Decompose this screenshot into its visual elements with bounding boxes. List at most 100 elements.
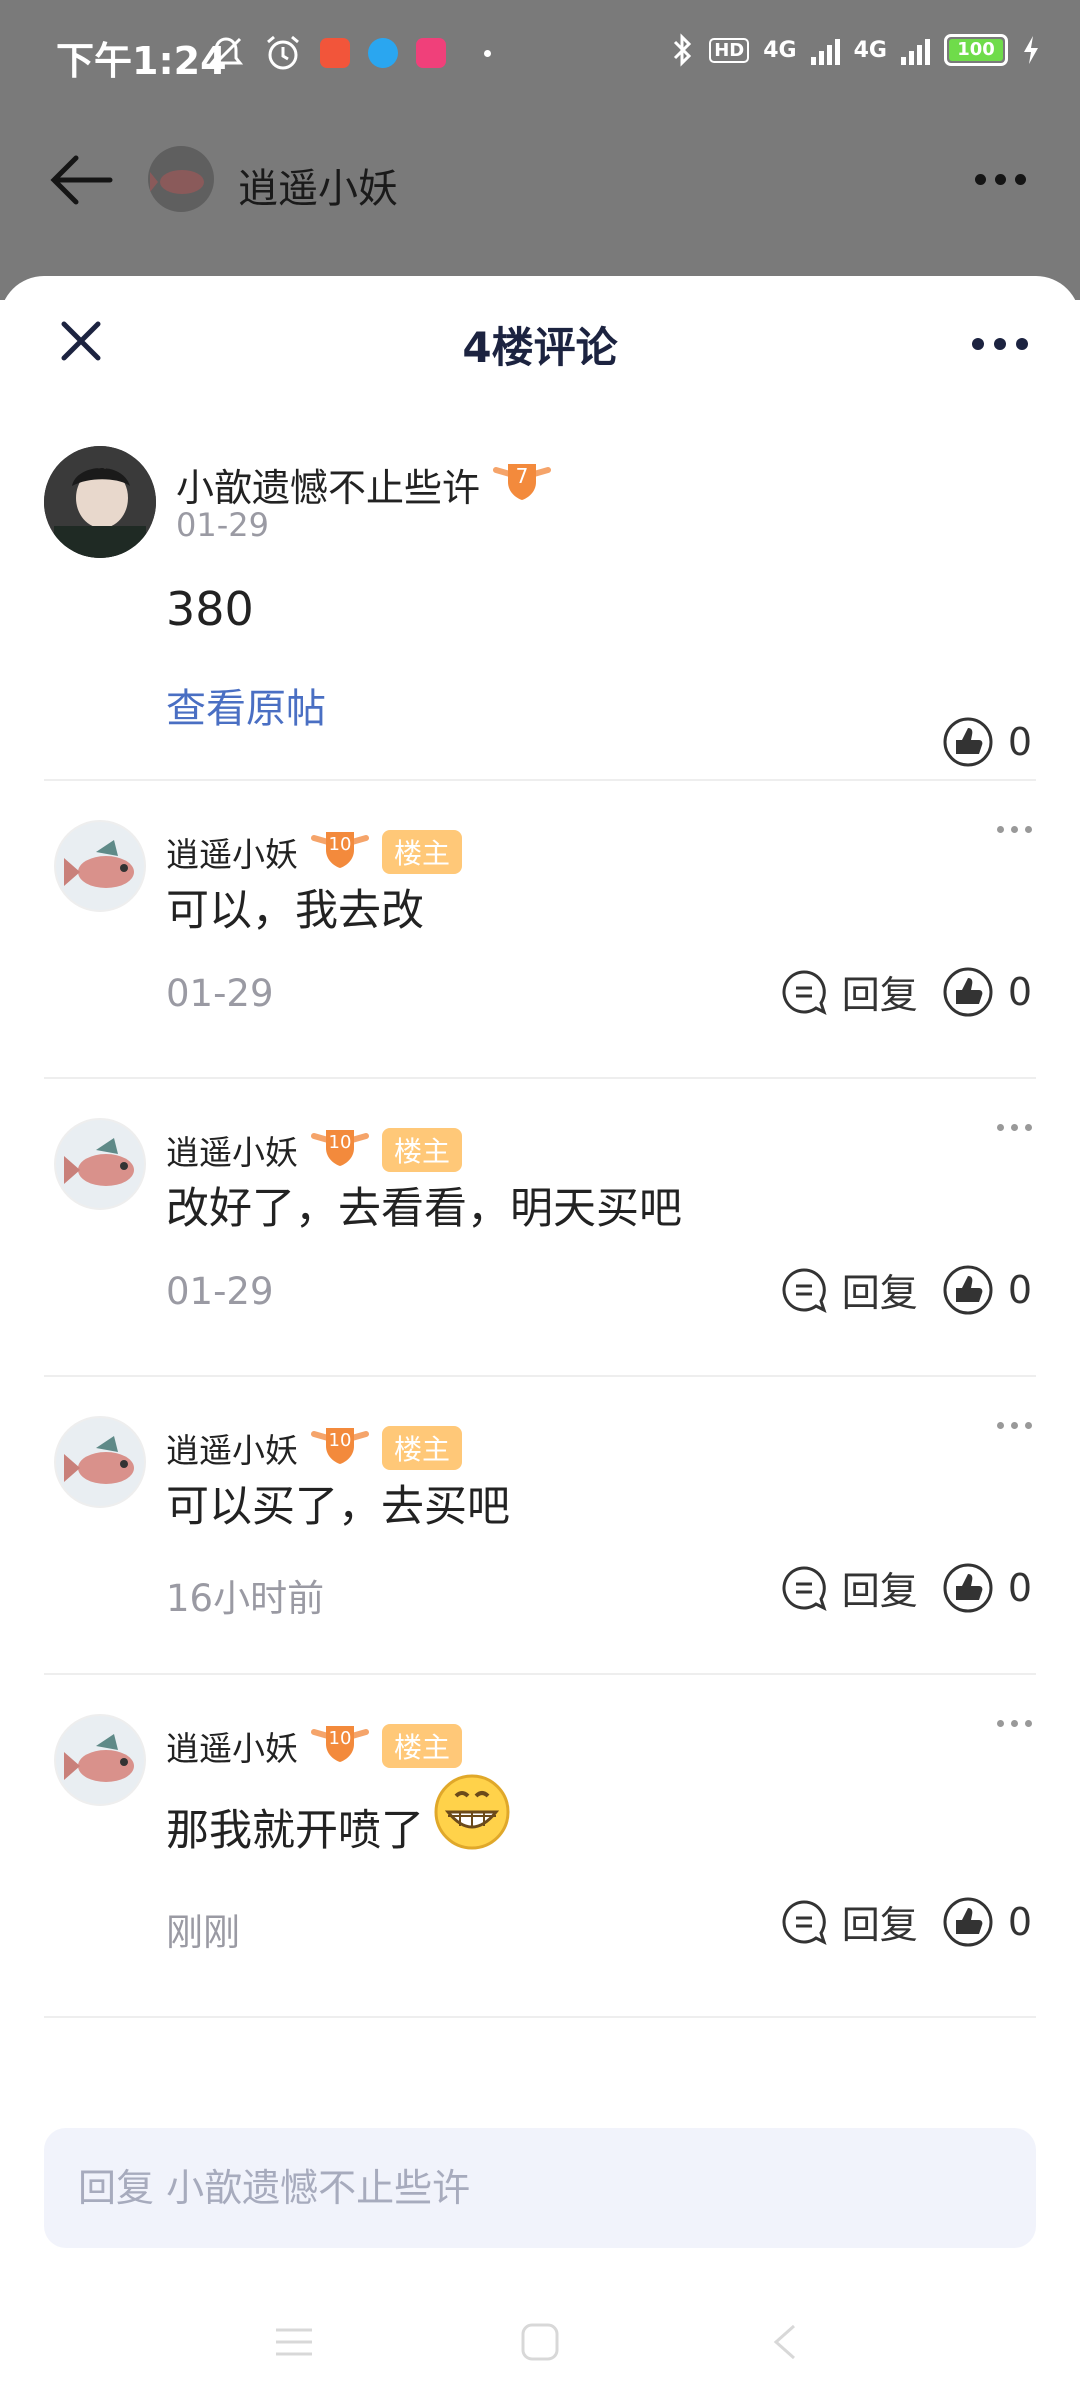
fish-avatar-icon — [64, 840, 134, 888]
owner-badge: 楼主 — [382, 830, 463, 874]
fish-avatar-icon — [64, 1436, 134, 1484]
main-post-avatar[interactable] — [44, 446, 156, 558]
home-icon[interactable] — [518, 2320, 562, 2364]
main-post-like-count: 0 — [1007, 720, 1032, 764]
comment-avatar[interactable] — [54, 1118, 146, 1210]
comment-text: 可以买了，去买吧 — [166, 1472, 510, 1534]
owner-badge: 楼主 — [382, 1426, 463, 1470]
system-nav-bar — [0, 2300, 1080, 2400]
signal-icon-2 — [901, 35, 930, 65]
reply-input-container — [44, 2128, 1036, 2248]
reply-button[interactable]: 回复 — [780, 964, 918, 1019]
comment-author[interactable]: 逍遥小妖 — [166, 1722, 298, 1770]
comment-date: 刚刚 — [166, 1911, 240, 1954]
reply-icon — [782, 1267, 827, 1313]
background-header: 逍遥小妖 — [0, 140, 1080, 240]
reply-icon — [782, 1565, 827, 1611]
comment-author[interactable]: 逍遥小妖 — [166, 1424, 298, 1472]
comment-item: 逍遥小妖 10 楼主 改好了，去看看，明天买吧 01-29 回复 0 — [0, 1118, 1080, 1372]
app-notification-icon-pink — [416, 38, 446, 68]
reply-input[interactable] — [44, 2128, 1036, 2248]
background-more-icon[interactable] — [975, 174, 1026, 185]
network-label-2: 4G — [853, 37, 887, 63]
comment-author-row: 逍遥小妖 10 楼主 — [166, 1420, 463, 1476]
more-notifications-dot — [484, 49, 491, 57]
comment-more-icon[interactable] — [997, 1422, 1032, 1429]
level-number: 10 — [328, 834, 352, 855]
background-page-title: 逍遥小妖 — [238, 166, 398, 212]
reply-label: 回复 — [841, 973, 918, 1017]
level-badge: 10 — [310, 824, 370, 880]
mute-icon — [208, 37, 244, 69]
comment-text-content: 改好了，去看看，明天买吧 — [166, 1184, 682, 1234]
main-post-author[interactable]: 小歆遗憾不止些许 — [176, 457, 480, 512]
level-badge: 10 — [310, 1122, 370, 1178]
comment-author[interactable]: 逍遥小妖 — [166, 1126, 298, 1174]
like-icon — [943, 967, 993, 1016]
view-original-link[interactable]: 查看原帖 — [166, 676, 326, 734]
background-avatar[interactable] — [148, 146, 214, 212]
like-count: 0 — [1007, 1899, 1032, 1944]
comment-text: 改好了，去看看，明天买吧 — [166, 1174, 682, 1236]
reply-button[interactable]: 回复 — [780, 1560, 918, 1615]
comment-actions: 回复 0 — [780, 964, 1032, 1019]
network-label-1: 4G — [763, 37, 797, 63]
like-count: 0 — [1007, 1565, 1032, 1610]
owner-badge: 楼主 — [382, 1128, 463, 1172]
reply-button[interactable]: 回复 — [780, 1894, 918, 1949]
comment-item: 逍遥小妖 10 楼主 可以，我去改 01-29 回复 0 — [0, 820, 1080, 1074]
like-button[interactable]: 0 — [942, 1896, 1032, 1948]
comment-avatar[interactable] — [54, 820, 146, 912]
like-icon — [943, 1563, 993, 1612]
comment-avatar[interactable] — [54, 1416, 146, 1508]
signal-icon-1 — [810, 35, 840, 65]
fish-avatar-icon — [64, 1734, 134, 1782]
comment-more-icon[interactable] — [997, 1720, 1032, 1727]
main-post-text: 380 — [166, 582, 254, 636]
back-arrow-icon[interactable] — [48, 152, 114, 208]
like-count: 0 — [1007, 1267, 1032, 1312]
comment-author[interactable]: 逍遥小妖 — [166, 828, 298, 876]
comment-author-row: 逍遥小妖 10 楼主 — [166, 1718, 463, 1774]
level-number: 10 — [328, 1430, 352, 1451]
comment-avatar[interactable] — [54, 1714, 146, 1806]
main-post: 小歆遗憾不止些许 7 01-29 380 查看原帖 0 — [0, 446, 1080, 776]
level-badge: 7 — [492, 456, 552, 513]
status-left-icons — [206, 34, 491, 72]
grinning-emoji — [434, 1774, 510, 1850]
comment-text: 那我就开喷了 — [166, 1774, 512, 1858]
battery-level: 100 — [949, 39, 1003, 61]
back-icon[interactable] — [764, 2320, 808, 2364]
charging-icon — [1024, 36, 1038, 64]
divider — [44, 1077, 1036, 1079]
level-badge: 10 — [310, 1420, 370, 1476]
menu-icon[interactable] — [272, 2320, 316, 2364]
like-button[interactable]: 0 — [942, 1562, 1032, 1614]
level-number: 7 — [515, 464, 529, 488]
main-post-like-button[interactable]: 0 — [942, 716, 1032, 768]
status-bar: 下午1:24 HD 4G 4G 100 — [0, 0, 1080, 112]
like-count: 0 — [1007, 969, 1032, 1014]
comment-actions: 回复 0 — [780, 1560, 1032, 1615]
bluetooth-icon — [674, 33, 692, 67]
comment-more-icon[interactable] — [997, 1124, 1032, 1131]
comment-item: 逍遥小妖 10 楼主 可以买了，去买吧 16小时前 回复 0 — [0, 1416, 1080, 1670]
main-post-date: 01-29 — [176, 506, 269, 544]
comment-text-content: 可以买了，去买吧 — [166, 1482, 510, 1532]
sheet-more-icon[interactable] — [972, 338, 1028, 350]
app-notification-icon-red — [320, 38, 350, 68]
status-right-icons: HD 4G 4G 100 — [671, 32, 1040, 68]
reply-label: 回复 — [841, 1271, 918, 1315]
sheet-title: 4楼评论 — [462, 323, 618, 372]
comment-author-row: 逍遥小妖 10 楼主 — [166, 1122, 463, 1178]
comment-sheet: 4楼评论 小歆遗憾不止些许 7 01-29 380 查看原帖 0 逍遥小妖 10… — [0, 276, 1080, 2400]
reply-button[interactable]: 回复 — [780, 1262, 918, 1317]
divider — [44, 2016, 1036, 2018]
like-button[interactable]: 0 — [942, 1264, 1032, 1316]
alarm-icon — [267, 35, 299, 70]
level-number: 10 — [328, 1728, 352, 1749]
comment-date: 16小时前 — [166, 1577, 325, 1620]
reply-label: 回复 — [841, 1569, 918, 1613]
comment-more-icon[interactable] — [997, 826, 1032, 833]
like-button[interactable]: 0 — [942, 966, 1032, 1018]
